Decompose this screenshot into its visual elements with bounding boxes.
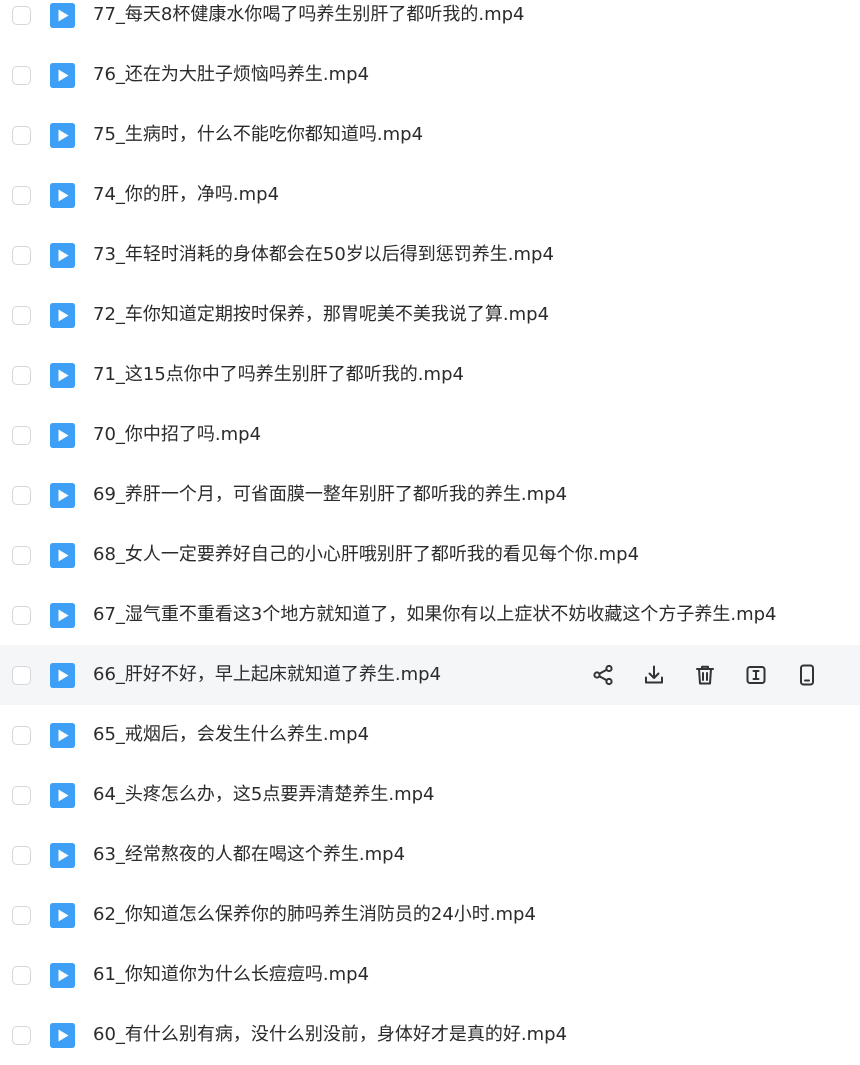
download-icon[interactable]	[641, 662, 667, 688]
file-row[interactable]: 62_你知道怎么保养你的肺吗养生消防员的24小时.mp4	[0, 885, 860, 945]
video-file-icon	[50, 962, 75, 988]
file-name[interactable]: 72_车你知道定期按时保养，那胃呢美不美我说了算.mp4	[93, 303, 549, 327]
file-row[interactable]: 71_这15点你中了吗养生别肝了都听我的.mp4	[0, 345, 860, 405]
file-list: 77_每天8杯健康水你喝了吗养生别肝了都听我的.mp4 76_还在为大肚子烦恼吗养…	[0, 0, 860, 1065]
row-checkbox[interactable]	[12, 305, 31, 325]
file-name[interactable]: 77_每天8杯健康水你喝了吗养生别肝了都听我的.mp4	[93, 3, 525, 27]
file-row[interactable]: 67_湿气重不重看这3个地方就知道了，如果你有以上症状不妨收藏这个方子养生.mp…	[0, 585, 860, 645]
row-checkbox[interactable]	[12, 485, 31, 505]
video-file-icon	[50, 242, 75, 268]
row-checkbox[interactable]	[12, 905, 31, 925]
row-checkbox[interactable]	[12, 1025, 31, 1045]
file-name[interactable]: 64_头疼怎么办，这5点要弄清楚养生.mp4	[93, 783, 435, 807]
video-file-icon	[50, 122, 75, 148]
row-checkbox[interactable]	[12, 125, 31, 145]
file-name[interactable]: 65_戒烟后，会发生什么养生.mp4	[93, 723, 369, 747]
file-name[interactable]: 74_你的肝，净吗.mp4	[93, 183, 279, 207]
video-file-icon	[50, 362, 75, 388]
row-checkbox[interactable]	[12, 965, 31, 985]
file-row[interactable]: 60_有什么别有病，没什么别没前，身体好才是真的好.mp4	[0, 1005, 860, 1065]
video-file-icon	[50, 602, 75, 628]
row-checkbox[interactable]	[12, 365, 31, 385]
rename-icon[interactable]	[743, 662, 769, 688]
row-actions	[590, 662, 845, 688]
row-checkbox[interactable]	[12, 845, 31, 865]
file-name[interactable]: 63_经常熬夜的人都在喝这个养生.mp4	[93, 843, 405, 867]
file-row[interactable]: 61_你知道你为什么长痘痘吗.mp4	[0, 945, 860, 1005]
share-icon[interactable]	[590, 662, 616, 688]
row-checkbox[interactable]	[12, 65, 31, 85]
file-row[interactable]: 74_你的肝，净吗.mp4	[0, 165, 860, 225]
video-file-icon	[50, 542, 75, 568]
file-name[interactable]: 70_你中招了吗.mp4	[93, 423, 261, 447]
file-row[interactable]: 76_还在为大肚子烦恼吗养生.mp4	[0, 45, 860, 105]
file-name[interactable]: 60_有什么别有病，没什么别没前，身体好才是真的好.mp4	[93, 1023, 567, 1047]
file-name[interactable]: 62_你知道怎么保养你的肺吗养生消防员的24小时.mp4	[93, 903, 536, 927]
file-row[interactable]: 64_头疼怎么办，这5点要弄清楚养生.mp4	[0, 765, 860, 825]
file-name[interactable]: 71_这15点你中了吗养生别肝了都听我的.mp4	[93, 363, 464, 387]
video-file-icon	[50, 2, 75, 28]
file-name[interactable]: 68_女人一定要养好自己的小心肝哦别肝了都听我的看见每个你.mp4	[93, 543, 639, 567]
row-checkbox[interactable]	[12, 665, 31, 685]
row-checkbox[interactable]	[12, 605, 31, 625]
video-file-icon	[50, 662, 75, 688]
file-row[interactable]: 77_每天8杯健康水你喝了吗养生别肝了都听我的.mp4	[0, 0, 860, 45]
file-row[interactable]: 69_养肝一个月，可省面膜一整年别肝了都听我的养生.mp4	[0, 465, 860, 525]
file-row[interactable]: 65_戒烟后，会发生什么养生.mp4	[0, 705, 860, 765]
video-file-icon	[50, 1022, 75, 1048]
file-name[interactable]: 67_湿气重不重看这3个地方就知道了，如果你有以上症状不妨收藏这个方子养生.mp…	[93, 603, 777, 627]
file-row[interactable]: 70_你中招了吗.mp4	[0, 405, 860, 465]
video-file-icon	[50, 722, 75, 748]
file-name[interactable]: 61_你知道你为什么长痘痘吗.mp4	[93, 963, 369, 987]
video-file-icon	[50, 902, 75, 928]
file-name[interactable]: 69_养肝一个月，可省面膜一整年别肝了都听我的养生.mp4	[93, 483, 567, 507]
file-name[interactable]: 66_肝好不好，早上起床就知道了养生.mp4	[93, 663, 441, 687]
file-name[interactable]: 73_年轻时消耗的身体都会在50岁以后得到惩罚养生.mp4	[93, 243, 554, 267]
file-row[interactable]: 73_年轻时消耗的身体都会在50岁以后得到惩罚养生.mp4	[0, 225, 860, 285]
video-file-icon	[50, 302, 75, 328]
file-row[interactable]: 63_经常熬夜的人都在喝这个养生.mp4	[0, 825, 860, 885]
delete-icon[interactable]	[692, 662, 718, 688]
file-row[interactable]: 72_车你知道定期按时保养，那胃呢美不美我说了算.mp4	[0, 285, 860, 345]
file-name[interactable]: 75_生病时，什么不能吃你都知道吗.mp4	[93, 123, 423, 147]
file-name[interactable]: 76_还在为大肚子烦恼吗养生.mp4	[93, 63, 369, 87]
video-file-icon	[50, 482, 75, 508]
file-row[interactable]: 68_女人一定要养好自己的小心肝哦别肝了都听我的看见每个你.mp4	[0, 525, 860, 585]
row-checkbox[interactable]	[12, 425, 31, 445]
video-file-icon	[50, 782, 75, 808]
row-checkbox[interactable]	[12, 185, 31, 205]
file-row[interactable]: 75_生病时，什么不能吃你都知道吗.mp4	[0, 105, 860, 165]
phone-icon[interactable]	[794, 662, 820, 688]
video-file-icon	[50, 182, 75, 208]
video-file-icon	[50, 62, 75, 88]
row-checkbox[interactable]	[12, 5, 31, 25]
file-row[interactable]: 66_肝好不好，早上起床就知道了养生.mp4	[0, 645, 860, 705]
row-checkbox[interactable]	[12, 545, 31, 565]
video-file-icon	[50, 842, 75, 868]
row-checkbox[interactable]	[12, 785, 31, 805]
row-checkbox[interactable]	[12, 725, 31, 745]
row-checkbox[interactable]	[12, 245, 31, 265]
video-file-icon	[50, 422, 75, 448]
